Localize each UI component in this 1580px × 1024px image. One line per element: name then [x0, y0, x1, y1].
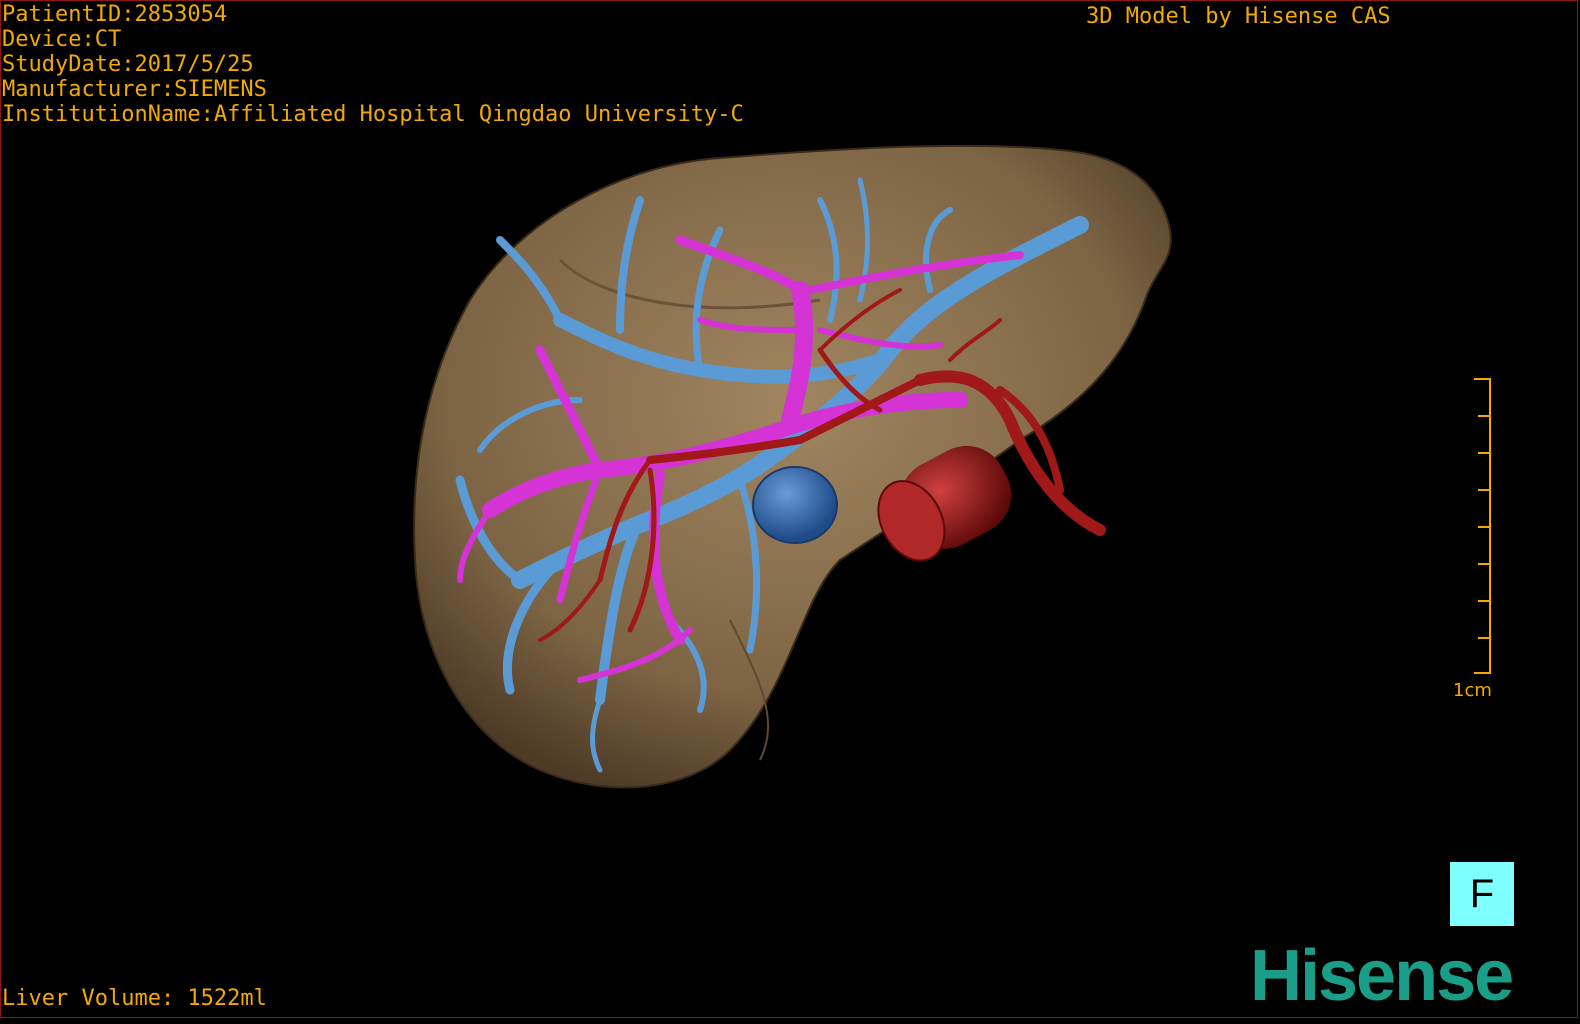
scale-label: 1cm — [1453, 680, 1492, 701]
hisense-logo: Hisense — [1250, 936, 1514, 1016]
viewport-border — [0, 0, 1578, 1018]
dicom-info-overlay: PatientID:2853054 Device:CT StudyDate:20… — [2, 2, 744, 127]
device: Device:CT — [2, 27, 122, 52]
model-credit: 3D Model by Hisense CAS — [1086, 4, 1391, 29]
patient-id: PatientID:2853054 — [2, 2, 228, 27]
orientation-button[interactable]: F — [1450, 862, 1514, 926]
institution-name: InstitutionName:Affiliated Hospital Qing… — [2, 102, 744, 127]
manufacturer: Manufacturer:SIEMENS — [2, 77, 267, 102]
study-date: StudyDate:2017/5/25 — [2, 52, 254, 77]
liver-volume: Liver Volume: 1522ml — [2, 986, 267, 1011]
scale-bar — [1474, 378, 1491, 674]
